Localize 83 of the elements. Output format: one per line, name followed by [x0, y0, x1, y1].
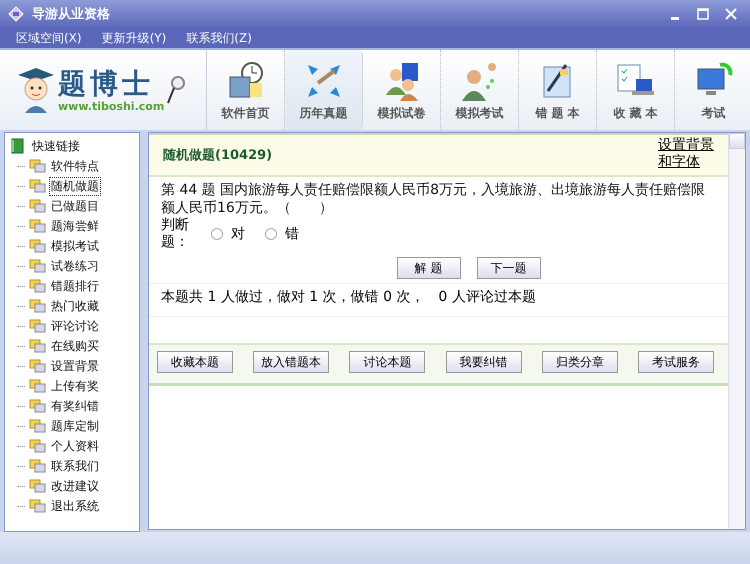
people-icon	[386, 63, 418, 101]
toolbar-button[interactable]: 软件首页	[207, 50, 285, 130]
folder-icon	[29, 179, 46, 193]
tree-item[interactable]: 改进建议	[50, 478, 100, 494]
tree-item[interactable]: 个人资料	[50, 438, 100, 454]
person-icon	[462, 63, 496, 101]
folder-icon	[29, 239, 46, 253]
tree-item[interactable]: 软件特点	[50, 158, 100, 174]
menu-item[interactable]: 联系我们(Z)	[186, 30, 252, 46]
panel-button[interactable]: 放入错题本	[253, 351, 330, 373]
monitor-icon	[697, 62, 732, 95]
panel-button[interactable]: 讨论本题	[349, 351, 426, 373]
action-button[interactable]: 下一题	[476, 257, 540, 279]
calculator-clock-icon	[229, 62, 262, 98]
folder-icon	[29, 299, 46, 313]
action-button[interactable]: 解 题	[396, 257, 460, 279]
diamond-icon	[8, 6, 24, 22]
folder-icon	[29, 459, 46, 473]
tree-item[interactable]: 题库定制	[50, 418, 100, 434]
question-type-label: 判断题：	[161, 217, 190, 251]
folder-icon	[29, 399, 46, 413]
question-text: 第 44 题 国内旅游每人责任赔偿限额人民币8万元，入境旅游、出境旅游每人责任赔偿限额人民币16万元。（ ）	[160, 181, 706, 217]
stats-text: 本题共 1 人做过，做对 1 次，做错 0 次， 0 人评论过本题	[149, 284, 728, 317]
toolbar-button[interactable]: 模拟考试	[441, 50, 519, 130]
folder-icon	[29, 479, 46, 493]
folder-icon	[29, 259, 46, 273]
tree-item[interactable]: 试卷练习	[50, 258, 100, 274]
tree-root[interactable]: 快速链接	[31, 138, 81, 154]
tree-item[interactable]: 评论讨论	[50, 318, 100, 334]
toolbar-button[interactable]: 历年真题	[285, 50, 363, 130]
tree-item[interactable]: 错题排行	[50, 278, 100, 294]
tree-item[interactable]: 已做题目	[50, 198, 100, 214]
magnifier-icon	[166, 75, 186, 105]
folder-icon	[29, 199, 46, 213]
folder-icon	[29, 219, 46, 233]
folder-icon	[29, 419, 46, 433]
folder-icon	[29, 379, 46, 393]
folder-icon	[29, 339, 46, 353]
tree-item[interactable]: 随机做题	[50, 178, 100, 194]
window-title: 导游从业资格	[32, 6, 110, 23]
radio-button[interactable]	[211, 228, 223, 240]
folder-icon	[29, 279, 46, 293]
panel-button[interactable]: 考试服务	[638, 351, 714, 373]
notebook-icon	[543, 64, 570, 98]
tree-item[interactable]: 退出系统	[50, 498, 100, 514]
tree-item[interactable]: 热门收藏	[50, 298, 100, 314]
arrows-icon	[308, 65, 340, 97]
toolbar-button[interactable]: 考试	[675, 50, 750, 130]
folder-icon	[29, 359, 46, 373]
settings-link[interactable]: 设置背景和字体	[658, 137, 724, 171]
logo-url: www.tiboshi.com	[58, 100, 164, 112]
checklist-laptop-icon	[617, 64, 654, 95]
book-icon	[9, 138, 25, 154]
tree-item[interactable]: 设置背景	[50, 358, 100, 374]
toolbar-button[interactable]: 错 题 本	[519, 50, 597, 130]
menu-item[interactable]: 更新升级(Y)	[102, 30, 166, 46]
close-icon	[725, 8, 737, 20]
menu-item[interactable]: 区域空间(X)	[16, 30, 82, 46]
mascot-icon	[16, 65, 56, 115]
folder-icon	[29, 499, 46, 513]
toolbar-button[interactable]: 收 藏 本	[597, 50, 675, 130]
panel-title: 随机做题(10429)	[163, 147, 272, 164]
tree-item[interactable]: 在线购买	[50, 338, 100, 354]
tree-item[interactable]: 联系我们	[50, 458, 100, 474]
panel-button[interactable]: 归类分章	[542, 351, 618, 373]
tree-item[interactable]: 模拟考试	[50, 238, 100, 254]
panel-button[interactable]: 收藏本题	[157, 351, 233, 373]
tree-item[interactable]: 有奖纠错	[50, 398, 100, 414]
toolbar-button[interactable]: 模拟试卷	[363, 50, 441, 130]
minimize-icon	[671, 16, 679, 20]
radio-button[interactable]	[265, 228, 277, 240]
scroll-up-icon[interactable]	[729, 133, 745, 149]
panel-button[interactable]: 我要纠错	[446, 351, 522, 373]
logo-name: 题博士	[58, 68, 155, 100]
tree-item[interactable]: 题海尝鲜	[50, 218, 100, 234]
option-label: 错	[285, 225, 299, 243]
scrollbar[interactable]	[728, 133, 745, 529]
folder-icon	[29, 159, 46, 173]
option-label: 对	[231, 225, 245, 243]
maximize-icon	[697, 8, 709, 20]
folder-icon	[29, 319, 46, 333]
folder-icon	[29, 439, 46, 453]
tree-item[interactable]: 上传有奖	[50, 378, 100, 394]
